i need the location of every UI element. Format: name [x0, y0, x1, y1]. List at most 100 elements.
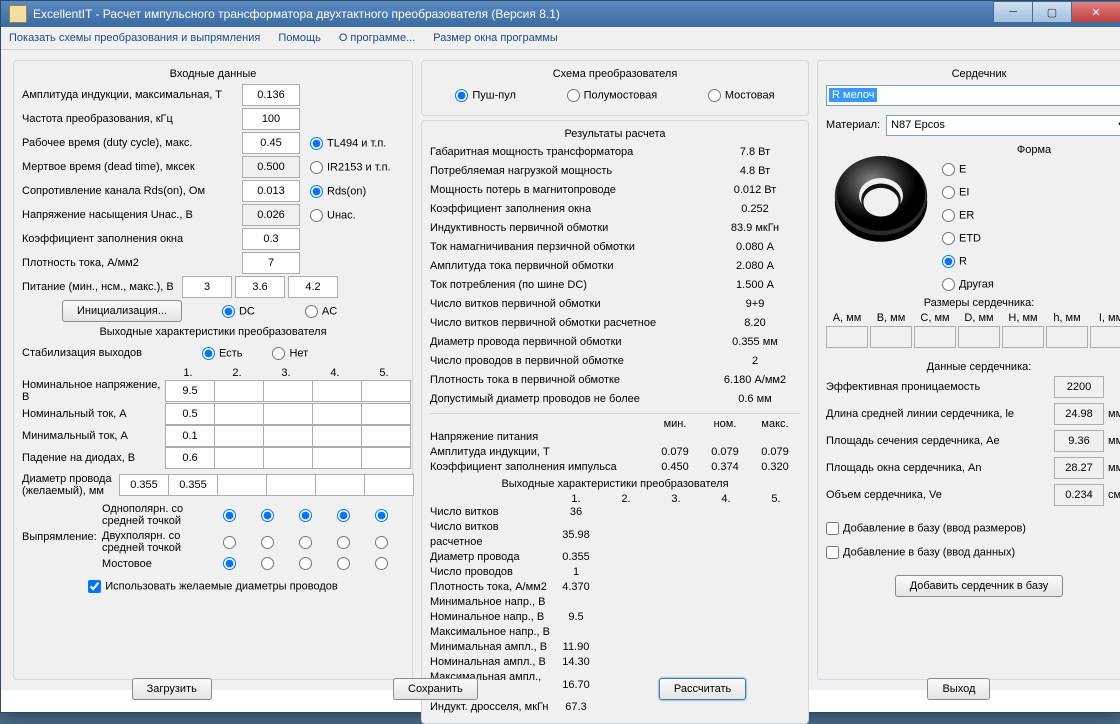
- core-select[interactable]: R мелоч ▼: [826, 85, 1120, 106]
- rect-r1c4[interactable]: [375, 536, 388, 549]
- add-db-data-checkbox[interactable]: Добавление в базу (ввод данных): [826, 546, 1015, 559]
- out-1-4[interactable]: [361, 403, 411, 425]
- dim-5[interactable]: [1046, 326, 1088, 348]
- in-radio-5[interactable]: Uнас.: [310, 209, 356, 222]
- rect-r2c1[interactable]: [261, 557, 274, 570]
- out-0-4[interactable]: [361, 380, 411, 402]
- in-val-6[interactable]: [242, 228, 300, 250]
- out-3-0[interactable]: [165, 447, 215, 469]
- rect-r0c0[interactable]: [223, 509, 236, 522]
- in-val-0[interactable]: [242, 84, 300, 106]
- add-db-size-checkbox[interactable]: Добавление в базу (ввод размеров): [826, 522, 1026, 535]
- out-2-3[interactable]: [312, 425, 362, 447]
- rect-r1c1[interactable]: [261, 536, 274, 549]
- out-1-1[interactable]: [214, 403, 264, 425]
- shape-ER[interactable]: ER: [942, 209, 974, 222]
- material-select[interactable]: N87 Epcos: [886, 115, 1120, 136]
- out-2-2[interactable]: [263, 425, 313, 447]
- wire-3[interactable]: [266, 474, 316, 496]
- out-0-3[interactable]: [312, 380, 362, 402]
- coredata-1[interactable]: [1054, 403, 1104, 425]
- rect-r1c2[interactable]: [299, 536, 312, 549]
- wire-1[interactable]: [168, 474, 218, 496]
- exit-button[interactable]: Выход: [927, 678, 990, 700]
- wire-4[interactable]: [315, 474, 365, 496]
- dim-1[interactable]: [870, 326, 912, 348]
- in-radio-4[interactable]: Rds(on): [310, 185, 366, 198]
- menu-schemes[interactable]: Показать схемы преобразования и выпрямле…: [9, 32, 260, 44]
- in-radio-2[interactable]: TL494 и т.п.: [310, 137, 386, 150]
- power-nom[interactable]: [235, 276, 285, 298]
- coredata-3[interactable]: [1054, 457, 1104, 479]
- topology-pushpull[interactable]: Пуш-пул: [455, 89, 516, 102]
- dc-radio[interactable]: DC: [222, 305, 255, 318]
- out-3-2[interactable]: [263, 447, 313, 469]
- use-wire-checkbox[interactable]: Использовать желаемые диаметры проводов: [88, 580, 338, 593]
- in-val-7[interactable]: [242, 252, 300, 274]
- save-button[interactable]: Сохранить: [393, 678, 478, 700]
- out-2-1[interactable]: [214, 425, 264, 447]
- coredata-0[interactable]: [1054, 376, 1104, 398]
- stab-yes[interactable]: Есть: [202, 347, 242, 360]
- dim-4[interactable]: [1002, 326, 1044, 348]
- dim-6[interactable]: [1090, 326, 1120, 348]
- out-3-1[interactable]: [214, 447, 264, 469]
- menu-help[interactable]: Помощь: [278, 32, 321, 44]
- dim-0[interactable]: [826, 326, 868, 348]
- shape-EI[interactable]: EI: [942, 186, 969, 199]
- calculate-button[interactable]: Рассчитать: [659, 678, 746, 700]
- minimize-button[interactable]: ─: [993, 1, 1033, 23]
- out-0-1[interactable]: [214, 380, 264, 402]
- ac-radio[interactable]: AC: [305, 305, 337, 318]
- out-1-0[interactable]: [165, 403, 215, 425]
- rect-r2c4[interactable]: [375, 557, 388, 570]
- in-val-5[interactable]: [242, 204, 300, 226]
- rect-r0c4[interactable]: [375, 509, 388, 522]
- init-button[interactable]: Инициализация...: [62, 300, 182, 322]
- shape-ETD[interactable]: ETD: [942, 232, 981, 245]
- add-core-button[interactable]: Добавить сердечник в базу: [895, 575, 1064, 597]
- power-min[interactable]: [182, 276, 232, 298]
- close-button[interactable]: ✕: [1071, 1, 1120, 23]
- out-0-2[interactable]: [263, 380, 313, 402]
- coredata-4[interactable]: [1054, 484, 1104, 506]
- in-radio-3[interactable]: IR2153 и т.п.: [310, 161, 391, 174]
- rect-r2c0[interactable]: [223, 557, 236, 570]
- dim-2[interactable]: [914, 326, 956, 348]
- out-2-4[interactable]: [361, 425, 411, 447]
- rect-r1c0[interactable]: [223, 536, 236, 549]
- out-3-3[interactable]: [312, 447, 362, 469]
- rect-r2c3[interactable]: [337, 557, 350, 570]
- out-1-3[interactable]: [312, 403, 362, 425]
- dim-3[interactable]: [958, 326, 1000, 348]
- wire-2[interactable]: [217, 474, 267, 496]
- shape-Другая[interactable]: Другая: [942, 278, 994, 291]
- out-3-4[interactable]: [361, 447, 411, 469]
- wire-0[interactable]: [119, 474, 169, 496]
- core-header: Сердечник: [826, 65, 1120, 83]
- shape-R[interactable]: R: [942, 255, 967, 268]
- menu-windowsize[interactable]: Размер окна программы: [433, 32, 558, 44]
- stab-no[interactable]: Нет: [272, 347, 308, 360]
- rect-r1c3[interactable]: [337, 536, 350, 549]
- in-val-4[interactable]: [242, 180, 300, 202]
- in-val-2[interactable]: [242, 132, 300, 154]
- in-val-1[interactable]: [242, 108, 300, 130]
- out-1-2[interactable]: [263, 403, 313, 425]
- out-0-0[interactable]: [165, 380, 215, 402]
- rect-r0c2[interactable]: [299, 509, 312, 522]
- out-2-0[interactable]: [165, 425, 215, 447]
- shape-E[interactable]: E: [942, 163, 966, 176]
- rect-r0c1[interactable]: [261, 509, 274, 522]
- power-max[interactable]: [288, 276, 338, 298]
- menu-about[interactable]: О программе...: [339, 32, 415, 44]
- in-val-3[interactable]: [242, 156, 300, 178]
- rect-r2c2[interactable]: [299, 557, 312, 570]
- load-button[interactable]: Загрузить: [132, 678, 212, 700]
- topology-halfbridge[interactable]: Полумостовая: [567, 89, 658, 102]
- wire-5[interactable]: [364, 474, 414, 496]
- topology-bridge[interactable]: Мостовая: [708, 89, 775, 102]
- coredata-2[interactable]: [1054, 430, 1104, 452]
- maximize-button[interactable]: ▢: [1032, 1, 1072, 23]
- rect-r0c3[interactable]: [337, 509, 350, 522]
